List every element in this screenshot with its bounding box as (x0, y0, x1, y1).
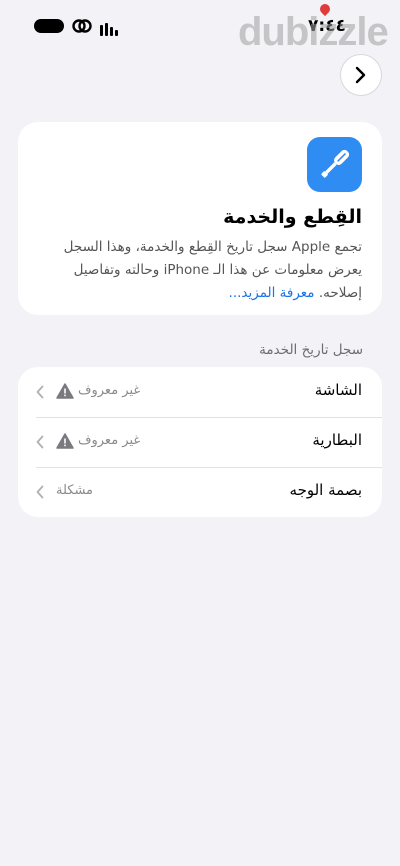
list-item-screen[interactable]: الشاشة غير معروف (18, 367, 382, 417)
list-item-face-id[interactable]: بصمة الوجه مشكلة (18, 467, 382, 517)
warning-icon (56, 383, 74, 399)
learn-more-link[interactable]: معرفة المزيد... (229, 285, 315, 301)
warning-icon (56, 433, 74, 449)
row-value: غير معروف (78, 383, 141, 398)
row-label: بصمة الوجه (289, 481, 362, 499)
section-label: سجل تاريخ الخدمة (259, 342, 363, 358)
signal-icon (100, 22, 122, 36)
row-value: مشكلة (56, 483, 94, 498)
row-label: الشاشة (314, 381, 362, 399)
parts-service-card: القِطع والخدمة تجمع Apple سجل تاريخ القِ… (18, 122, 382, 315)
link-icon (72, 19, 92, 33)
row-label: البطارية (312, 431, 362, 449)
screwdriver-icon (307, 137, 362, 192)
recording-indicator (34, 19, 64, 33)
chevron-left-icon (36, 485, 44, 499)
service-history-list: الشاشة غير معروف البطارية غير معروف بصمة… (18, 367, 382, 517)
forward-button[interactable] (340, 54, 382, 96)
watermark-logo: dubizzle (238, 1, 389, 55)
description-text: تجمع Apple سجل تاريخ القِطع والخدمة، وهذ… (63, 239, 362, 301)
card-description: تجمع Apple سجل تاريخ القِطع والخدمة، وهذ… (42, 236, 362, 305)
chevron-left-icon (36, 385, 44, 399)
list-item-battery[interactable]: البطارية غير معروف (18, 417, 382, 467)
card-title: القِطع والخدمة (223, 206, 362, 228)
chevron-right-icon (355, 66, 366, 84)
chevron-left-icon (36, 435, 44, 449)
row-value: غير معروف (78, 433, 141, 448)
